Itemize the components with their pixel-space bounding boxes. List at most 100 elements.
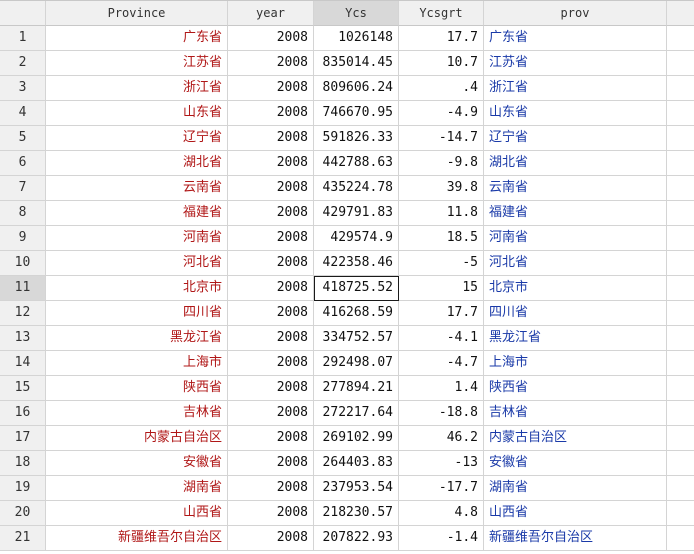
cell-prov[interactable]: 山西省: [484, 501, 667, 526]
column-header-prov[interactable]: prov: [484, 1, 667, 26]
row-number[interactable]: 14: [0, 351, 46, 376]
cell-province[interactable]: 山东省: [46, 101, 228, 126]
row-number[interactable]: 8: [0, 201, 46, 226]
column-header-ycs[interactable]: Ycs: [314, 1, 399, 26]
cell-prov[interactable]: 云南省: [484, 176, 667, 201]
cell-prov[interactable]: 湖南省: [484, 476, 667, 501]
cell-ycs[interactable]: 429574.9: [314, 226, 399, 251]
row-number[interactable]: 11: [0, 276, 46, 301]
cell-year[interactable]: 2008: [228, 526, 314, 551]
cell-prov[interactable]: 河南省: [484, 226, 667, 251]
cell-province[interactable]: 湖北省: [46, 151, 228, 176]
cell-province[interactable]: 四川省: [46, 301, 228, 326]
cell-ycsgrt[interactable]: 39.8: [399, 176, 484, 201]
cell-prov[interactable]: 山东省: [484, 101, 667, 126]
cell-province[interactable]: 山西省: [46, 501, 228, 526]
row-number[interactable]: 13: [0, 326, 46, 351]
row-number[interactable]: 18: [0, 451, 46, 476]
row-number[interactable]: 6: [0, 151, 46, 176]
row-number[interactable]: 9: [0, 226, 46, 251]
cell-prov[interactable]: 河北省: [484, 251, 667, 276]
cell-province[interactable]: 陕西省: [46, 376, 228, 401]
cell-year[interactable]: 2008: [228, 51, 314, 76]
cell-year[interactable]: 2008: [228, 301, 314, 326]
cell-year[interactable]: 2008: [228, 401, 314, 426]
row-number[interactable]: 12: [0, 301, 46, 326]
cell-ycsgrt[interactable]: -9.8: [399, 151, 484, 176]
corner-header[interactable]: [0, 1, 46, 26]
row-number[interactable]: 4: [0, 101, 46, 126]
cell-ycs[interactable]: 429791.83: [314, 201, 399, 226]
cell-ycs[interactable]: 422358.46: [314, 251, 399, 276]
cell-ycs[interactable]: 746670.95: [314, 101, 399, 126]
row-number[interactable]: 19: [0, 476, 46, 501]
column-header-ycsgrt[interactable]: Ycsgrt: [399, 1, 484, 26]
cell-year[interactable]: 2008: [228, 176, 314, 201]
cell-year[interactable]: 2008: [228, 426, 314, 451]
column-header-year[interactable]: year: [228, 1, 314, 26]
cell-year[interactable]: 2008: [228, 201, 314, 226]
cell-prov[interactable]: 新疆维吾尔自治区: [484, 526, 667, 551]
cell-year[interactable]: 2008: [228, 476, 314, 501]
cell-ycsgrt[interactable]: -14.7: [399, 126, 484, 151]
cell-province[interactable]: 河南省: [46, 226, 228, 251]
cell-prov[interactable]: 江苏省: [484, 51, 667, 76]
cell-year[interactable]: 2008: [228, 451, 314, 476]
cell-ycsgrt[interactable]: -18.8: [399, 401, 484, 426]
cell-ycsgrt[interactable]: 4.8: [399, 501, 484, 526]
cell-province[interactable]: 吉林省: [46, 401, 228, 426]
cell-province[interactable]: 内蒙古自治区: [46, 426, 228, 451]
cell-ycs[interactable]: 435224.78: [314, 176, 399, 201]
row-number[interactable]: 15: [0, 376, 46, 401]
cell-year[interactable]: 2008: [228, 151, 314, 176]
cell-ycsgrt[interactable]: 10.7: [399, 51, 484, 76]
row-number[interactable]: 2: [0, 51, 46, 76]
data-editor-grid[interactable]: Province year Ycs Ycsgrt prov 1 广东省 2008 10…: [0, 0, 694, 554]
cell-ycs[interactable]: 442788.63: [314, 151, 399, 176]
cell-province[interactable]: 浙江省: [46, 76, 228, 101]
cell-province[interactable]: 安徽省: [46, 451, 228, 476]
row-number[interactable]: 5: [0, 126, 46, 151]
cell-prov[interactable]: 安徽省: [484, 451, 667, 476]
cell-ycs[interactable]: 835014.45: [314, 51, 399, 76]
cell-prov[interactable]: 福建省: [484, 201, 667, 226]
cell-province[interactable]: 北京市: [46, 276, 228, 301]
cell-province[interactable]: 江苏省: [46, 51, 228, 76]
cell-ycs[interactable]: 272217.64: [314, 401, 399, 426]
cell-prov[interactable]: 黑龙江省: [484, 326, 667, 351]
cell-year[interactable]: 2008: [228, 501, 314, 526]
cell-ycsgrt[interactable]: 17.7: [399, 301, 484, 326]
cell-ycsgrt[interactable]: 17.7: [399, 26, 484, 51]
cell-ycs[interactable]: 292498.07: [314, 351, 399, 376]
cell-ycs[interactable]: 207822.93: [314, 526, 399, 551]
cell-ycsgrt[interactable]: -13: [399, 451, 484, 476]
cell-year[interactable]: 2008: [228, 251, 314, 276]
row-number[interactable]: 21: [0, 526, 46, 551]
row-number[interactable]: 1: [0, 26, 46, 51]
cell-year[interactable]: 2008: [228, 126, 314, 151]
row-number[interactable]: 10: [0, 251, 46, 276]
row-number[interactable]: 3: [0, 76, 46, 101]
cell-prov[interactable]: 上海市: [484, 351, 667, 376]
cell-prov[interactable]: 湖北省: [484, 151, 667, 176]
cell-ycs[interactable]: 269102.99: [314, 426, 399, 451]
row-number[interactable]: 7: [0, 176, 46, 201]
cell-year[interactable]: 2008: [228, 376, 314, 401]
cell-ycs[interactable]: 591826.33: [314, 126, 399, 151]
cell-prov[interactable]: 陕西省: [484, 376, 667, 401]
cell-ycsgrt[interactable]: -4.7: [399, 351, 484, 376]
cell-ycsgrt[interactable]: 18.5: [399, 226, 484, 251]
cell-year[interactable]: 2008: [228, 26, 314, 51]
cell-ycsgrt[interactable]: 46.2: [399, 426, 484, 451]
cell-ycs[interactable]: 418725.52: [314, 276, 399, 301]
cell-ycsgrt[interactable]: -17.7: [399, 476, 484, 501]
cell-province[interactable]: 黑龙江省: [46, 326, 228, 351]
row-number[interactable]: 17: [0, 426, 46, 451]
cell-year[interactable]: 2008: [228, 226, 314, 251]
cell-ycsgrt[interactable]: -4.9: [399, 101, 484, 126]
cell-province[interactable]: 新疆维吾尔自治区: [46, 526, 228, 551]
cell-prov[interactable]: 内蒙古自治区: [484, 426, 667, 451]
column-header-province[interactable]: Province: [46, 1, 228, 26]
cell-ycsgrt[interactable]: -5: [399, 251, 484, 276]
cell-prov[interactable]: 四川省: [484, 301, 667, 326]
